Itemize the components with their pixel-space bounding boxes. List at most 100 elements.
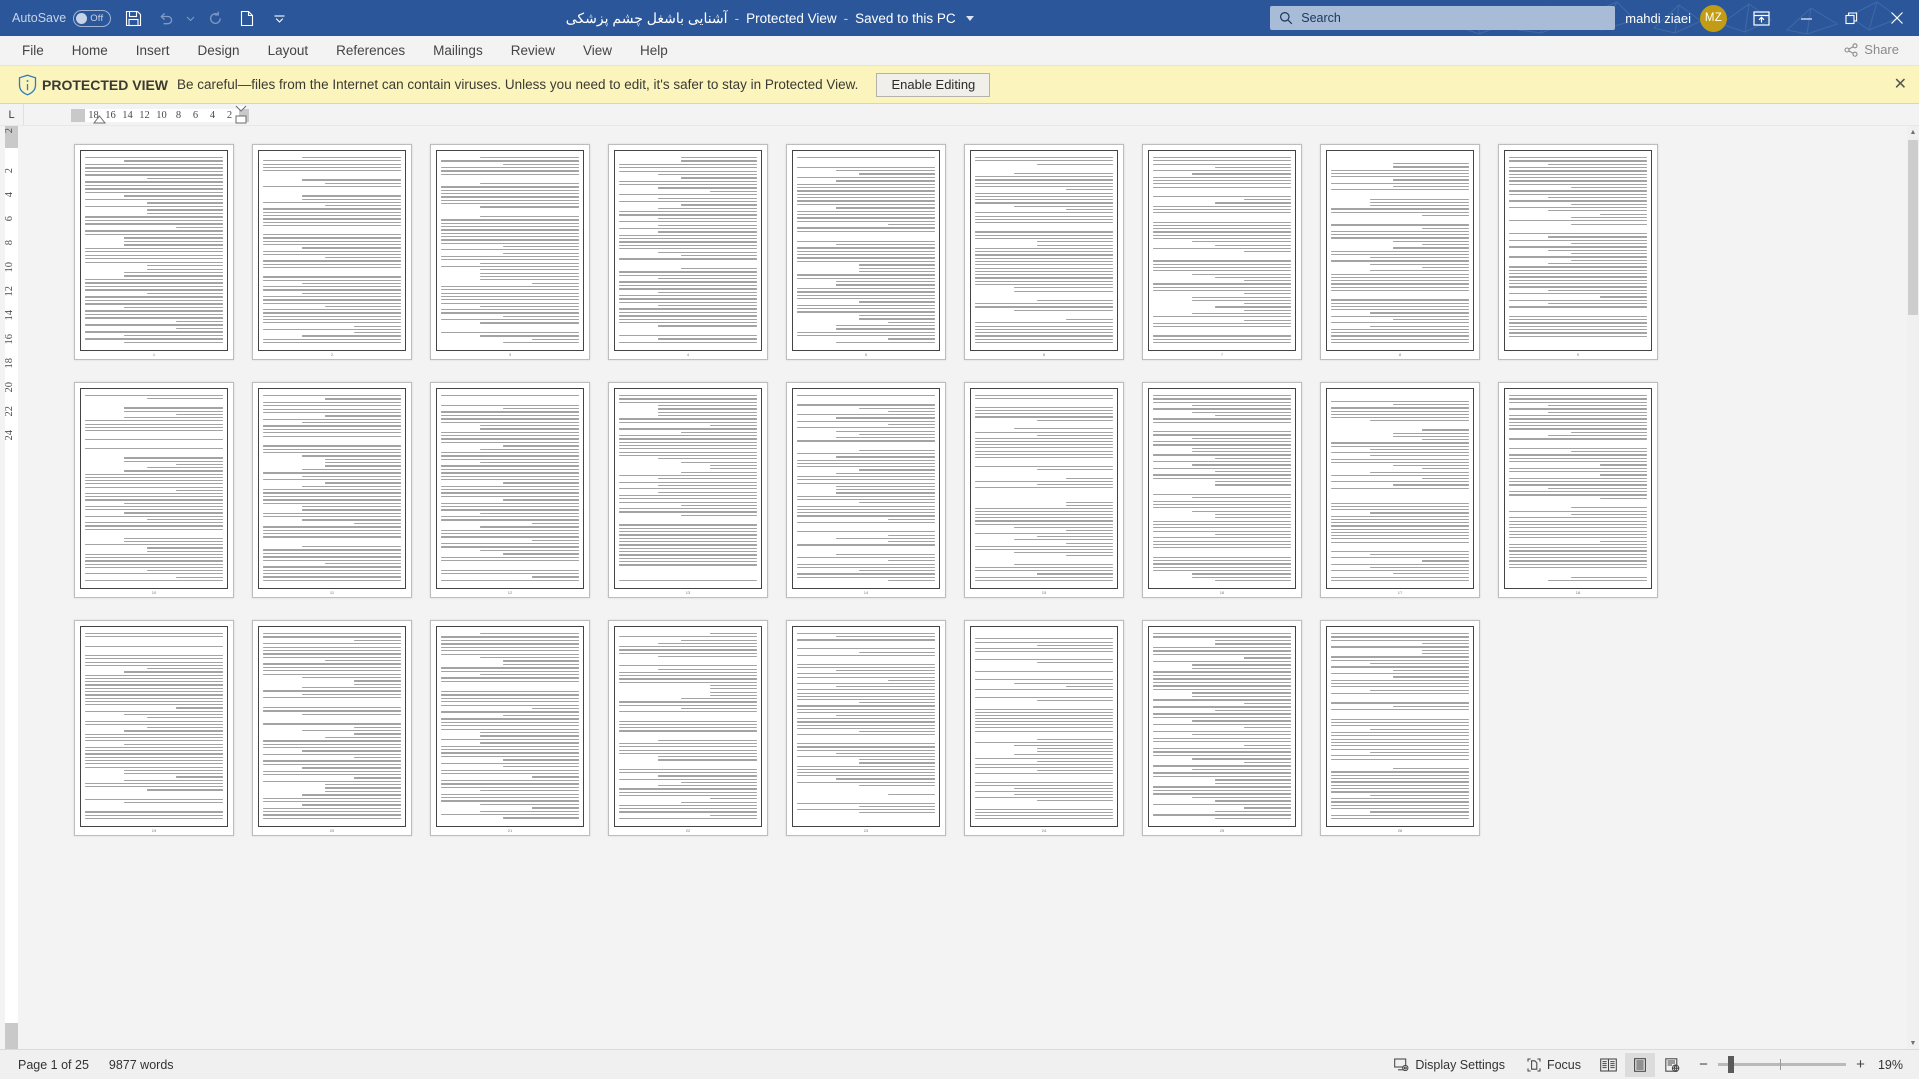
page-thumbnail[interactable]: 21 — [430, 620, 590, 836]
page-thumbnail[interactable]: 25 — [1142, 620, 1302, 836]
page-indicator[interactable]: Page 1 of 25 — [8, 1058, 99, 1072]
horizontal-ruler[interactable]: 18 16 14 12 10 8 6 4 2 — [71, 104, 249, 126]
text-line — [657, 642, 757, 645]
autosave-switch[interactable]: Off — [73, 9, 112, 27]
text-line — [797, 482, 935, 484]
scrollbar-thumb[interactable] — [1908, 140, 1918, 315]
search-input[interactable]: Search — [1270, 6, 1616, 30]
save-location-label[interactable]: Saved to this PC — [855, 11, 956, 26]
page-thumbnail[interactable]: 1 — [74, 144, 234, 360]
tab-layout[interactable]: Layout — [254, 39, 323, 62]
page-thumbnail[interactable]: 20 — [252, 620, 412, 836]
page-thumbnail[interactable]: 12 — [430, 382, 590, 598]
page-thumbnail[interactable]: 13 — [608, 382, 768, 598]
tab-references[interactable]: References — [322, 39, 419, 62]
page-thumbnail[interactable]: 5 — [786, 144, 946, 360]
tab-help[interactable]: Help — [626, 39, 682, 62]
page-thumbnail[interactable]: 3 — [430, 144, 590, 360]
text-line — [85, 782, 223, 785]
ribbon-display-options-icon[interactable] — [1739, 0, 1784, 36]
text-line — [263, 478, 401, 481]
autosave-toggle[interactable]: AutoSave Off — [8, 4, 117, 32]
text-line — [797, 531, 935, 533]
page-thumbnail[interactable]: 24 — [964, 620, 1124, 836]
text-line — [1066, 501, 1113, 503]
web-layout-icon[interactable] — [1657, 1053, 1687, 1077]
page-thumbnail[interactable]: 19 — [74, 620, 234, 836]
text-line — [1331, 798, 1469, 800]
vertical-scrollbar[interactable]: ▲ ▼ — [1907, 126, 1919, 1049]
focus-button[interactable]: Focus — [1517, 1058, 1591, 1072]
undo-dropdown-chevron-down-icon[interactable] — [181, 3, 199, 33]
tab-view[interactable]: View — [569, 39, 626, 62]
close-icon[interactable] — [1874, 0, 1919, 36]
text-line — [1369, 728, 1469, 730]
tab-stop-selector[interactable]: L — [0, 104, 24, 125]
tab-insert[interactable]: Insert — [122, 39, 184, 62]
text-line — [1153, 699, 1291, 701]
restore-icon[interactable] — [1829, 0, 1874, 36]
page-thumbnail[interactable]: 4 — [608, 144, 768, 360]
page-thumbnail[interactable]: 26 — [1320, 620, 1480, 836]
text-line — [975, 277, 1113, 279]
text-line — [1153, 723, 1291, 725]
page-thumbnail[interactable]: 9 — [1498, 144, 1658, 360]
text-line — [1369, 325, 1469, 327]
tab-file[interactable]: File — [8, 39, 58, 62]
text-line — [975, 742, 1113, 744]
page-thumbnail[interactable]: 17 — [1320, 382, 1480, 598]
minimize-icon[interactable] — [1784, 0, 1829, 36]
tab-mailings[interactable]: Mailings — [419, 39, 497, 62]
text-line — [479, 735, 579, 737]
indent-marker-left[interactable] — [93, 113, 106, 124]
text-line — [975, 633, 1113, 636]
page-thumbnail[interactable]: 23 — [786, 620, 946, 836]
text-line — [619, 804, 757, 807]
page-thumbnails-canvas[interactable]: 1 2 3 4 5 6 7 8 9 10 11 12 13 14 15 16 17 18 19 20 21 22 23 24 2… — [24, 126, 1919, 1049]
display-settings-button[interactable]: Display Settings — [1384, 1058, 1515, 1072]
zoom-control[interactable]: − + — [1689, 1056, 1875, 1073]
text-line — [1191, 768, 1291, 771]
customize-quick-access-icon[interactable] — [263, 3, 295, 33]
save-icon[interactable] — [117, 3, 149, 33]
text-line — [1331, 557, 1469, 559]
text-line — [263, 814, 401, 816]
undo-icon[interactable] — [149, 3, 181, 33]
zoom-in-button[interactable]: + — [1854, 1056, 1867, 1073]
text-line — [1331, 741, 1469, 744]
tab-design[interactable]: Design — [184, 39, 254, 62]
page-thumbnail[interactable]: 2 — [252, 144, 412, 360]
scroll-up-arrow-icon[interactable]: ▲ — [1907, 126, 1919, 138]
close-banner-icon[interactable]: ✕ — [1894, 76, 1907, 93]
save-location-chevron-down-icon[interactable] — [965, 15, 974, 21]
page-thumbnail[interactable]: 18 — [1498, 382, 1658, 598]
page-thumbnail[interactable]: 16 — [1142, 382, 1302, 598]
print-layout-icon[interactable] — [1625, 1052, 1655, 1077]
zoom-slider-handle[interactable] — [1728, 1056, 1734, 1073]
page-thumbnail[interactable]: 14 — [786, 382, 946, 598]
redo-icon[interactable] — [199, 3, 231, 33]
page-thumbnail[interactable]: 6 — [964, 144, 1124, 360]
zoom-slider[interactable] — [1718, 1056, 1846, 1073]
page-thumbnail[interactable]: 11 — [252, 382, 412, 598]
share-button[interactable]: Share — [1834, 39, 1909, 60]
scroll-down-arrow-icon[interactable]: ▼ — [1907, 1037, 1919, 1049]
page-thumbnail[interactable]: 8 — [1320, 144, 1480, 360]
page-thumbnail[interactable]: 22 — [608, 620, 768, 836]
read-mode-icon[interactable] — [1593, 1053, 1623, 1077]
new-document-icon[interactable] — [231, 3, 263, 33]
tab-review[interactable]: Review — [497, 39, 569, 62]
indent-marker-right[interactable] — [235, 105, 247, 125]
page-thumbnail[interactable]: 10 — [74, 382, 234, 598]
word-count[interactable]: 9877 words — [99, 1058, 184, 1072]
page-thumbnail[interactable]: 15 — [964, 382, 1124, 598]
tab-home[interactable]: Home — [58, 39, 122, 62]
vertical-ruler[interactable]: 2 2 4 6 8 10 12 14 16 18 20 22 24 — [0, 126, 24, 1049]
text-line — [797, 234, 935, 238]
page-thumbnail[interactable]: 7 — [1142, 144, 1302, 360]
enable-editing-button[interactable]: Enable Editing — [876, 72, 991, 97]
text-line — [619, 678, 757, 680]
zoom-out-button[interactable]: − — [1697, 1056, 1710, 1073]
zoom-level[interactable]: 19% — [1877, 1058, 1911, 1072]
account-button[interactable]: mahdi ziaei MZ — [1615, 4, 1739, 32]
